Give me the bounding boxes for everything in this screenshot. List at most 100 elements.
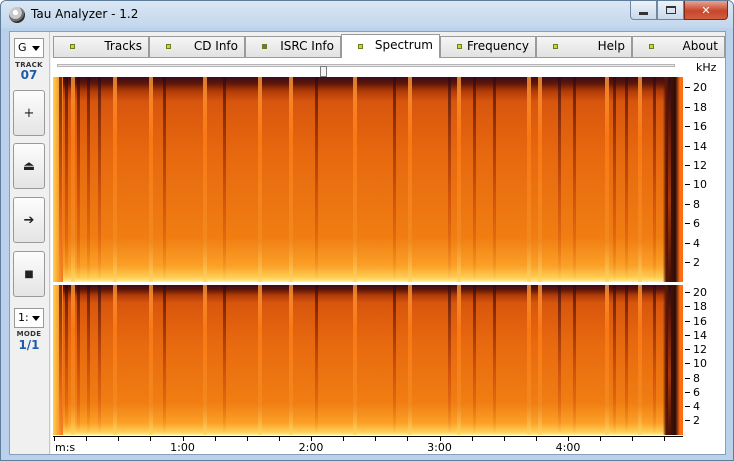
- spectral-gap: [448, 77, 451, 282]
- time-tick: [118, 437, 120, 441]
- status-led-icon: [70, 44, 75, 49]
- status-led-icon: [649, 44, 654, 49]
- spectrogram-left-channel[interactable]: [53, 77, 683, 282]
- tab-about[interactable]: About: [632, 36, 725, 57]
- arrow-right-icon: ➔: [23, 212, 35, 228]
- tick-mark: [685, 262, 690, 264]
- spectral-ridge: [203, 77, 207, 282]
- spectral-ridge: [353, 77, 357, 282]
- tab-frequency[interactable]: Frequency: [440, 36, 536, 57]
- spectral-ridge: [408, 285, 412, 435]
- stop-button[interactable]: ■: [13, 251, 45, 297]
- spectral-ridge: [527, 285, 531, 435]
- tick-mark: [685, 203, 690, 205]
- minimize-icon: [639, 11, 648, 15]
- spectral-ridge: [457, 77, 461, 282]
- spectral-gap: [668, 77, 671, 282]
- caption-buttons: ✕: [630, 1, 728, 21]
- minimize-button[interactable]: [630, 1, 657, 20]
- drive-select-value: G: [18, 41, 27, 54]
- spectral-gap: [653, 285, 656, 435]
- eject-button[interactable]: ⏏: [13, 143, 45, 189]
- spectral-gap: [77, 77, 80, 282]
- spectral-ridge: [71, 285, 75, 435]
- spectral-gap: [558, 285, 561, 435]
- spectral-gap: [613, 285, 616, 435]
- next-button[interactable]: ➔: [13, 197, 45, 243]
- spectral-gap: [65, 77, 68, 282]
- frequency-tick-label: 14: [693, 328, 707, 342]
- time-tick: [600, 437, 602, 441]
- maximize-button[interactable]: [657, 1, 684, 20]
- tick-mark: [685, 145, 690, 147]
- spectrogram-right-channel[interactable]: [53, 285, 683, 435]
- spectral-gap: [448, 285, 451, 435]
- tick-mark: [685, 306, 690, 308]
- tick-mark: [685, 363, 690, 365]
- tab-label: Tracks: [104, 39, 142, 53]
- position-slider-thumb[interactable]: [320, 66, 327, 77]
- tick-mark: [685, 391, 690, 393]
- spectral-ridge: [408, 77, 412, 282]
- spectral-ridge: [638, 285, 642, 435]
- drive-select[interactable]: G: [14, 38, 44, 58]
- tick-mark: [685, 334, 690, 336]
- status-led-icon: [457, 44, 462, 49]
- frequency-tick: 20: [685, 286, 725, 300]
- spectral-ridge: [353, 285, 357, 435]
- tab-isrc-info[interactable]: ISRC Info: [245, 36, 341, 57]
- time-tick-label: 3:00: [427, 441, 452, 454]
- time-tick: [150, 437, 152, 441]
- spectral-ridge: [113, 285, 117, 435]
- frequency-tick: 20: [685, 81, 725, 94]
- tick-mark: [685, 87, 690, 89]
- app-window: Tau Analyzer - 1.2 ✕ G TRACK 07 + ⏏ ➔ ■ …: [0, 0, 734, 461]
- tab-tracks[interactable]: Tracks: [53, 36, 149, 57]
- frequency-tick-label: 6: [693, 385, 700, 399]
- close-button[interactable]: ✕: [684, 1, 728, 20]
- tick-mark: [685, 349, 690, 351]
- tick-mark: [685, 126, 690, 128]
- mode-select[interactable]: 1:: [14, 308, 44, 328]
- maximize-icon: [665, 6, 676, 14]
- spectral-gap: [573, 285, 576, 435]
- frequency-tick: 12: [685, 159, 725, 172]
- time-tick: [54, 437, 55, 441]
- tab-spectrum[interactable]: Spectrum: [341, 34, 440, 58]
- spectral-gap: [315, 285, 318, 435]
- frequency-tick-label: 10: [693, 178, 707, 192]
- spectral-ridge: [538, 285, 542, 435]
- time-tick: [471, 437, 473, 441]
- cd-app-icon: [9, 7, 25, 23]
- spectral-ridge: [527, 77, 531, 282]
- position-slider[interactable]: [57, 64, 675, 77]
- time-tick: [86, 437, 88, 441]
- frequency-tick: 2: [685, 414, 725, 427]
- window-title: Tau Analyzer - 1.2: [31, 7, 139, 21]
- spectral-gap: [558, 77, 561, 282]
- mode-value: 1/1: [18, 338, 40, 352]
- title-bar[interactable]: Tau Analyzer - 1.2 ✕: [1, 1, 733, 28]
- spectral-gap: [59, 77, 62, 282]
- status-led-icon: [262, 44, 267, 49]
- tick-mark: [685, 184, 690, 186]
- tab-cd-info[interactable]: CD Info: [149, 36, 245, 57]
- frequency-tick: 6: [685, 217, 725, 230]
- frequency-tick-label: 20: [693, 286, 707, 300]
- spectral-ridge: [149, 285, 153, 435]
- tab-help[interactable]: Help: [536, 36, 632, 57]
- frequency-tick: 18: [685, 101, 725, 114]
- spectral-ridge: [203, 285, 207, 435]
- spectral-gap: [98, 77, 101, 282]
- status-led-icon: [553, 44, 558, 49]
- frequency-tick-label: 2: [693, 256, 700, 270]
- tab-label: Frequency: [467, 39, 529, 53]
- time-tick: [246, 437, 248, 441]
- spectral-gap: [223, 77, 226, 282]
- frequency-tick-label: 10: [693, 357, 707, 371]
- frequency-tick-label: 14: [693, 139, 707, 153]
- add-button[interactable]: +: [13, 90, 45, 136]
- spectral-gap: [65, 285, 68, 435]
- spectral-gap: [315, 77, 318, 282]
- spectral-gap: [473, 285, 476, 435]
